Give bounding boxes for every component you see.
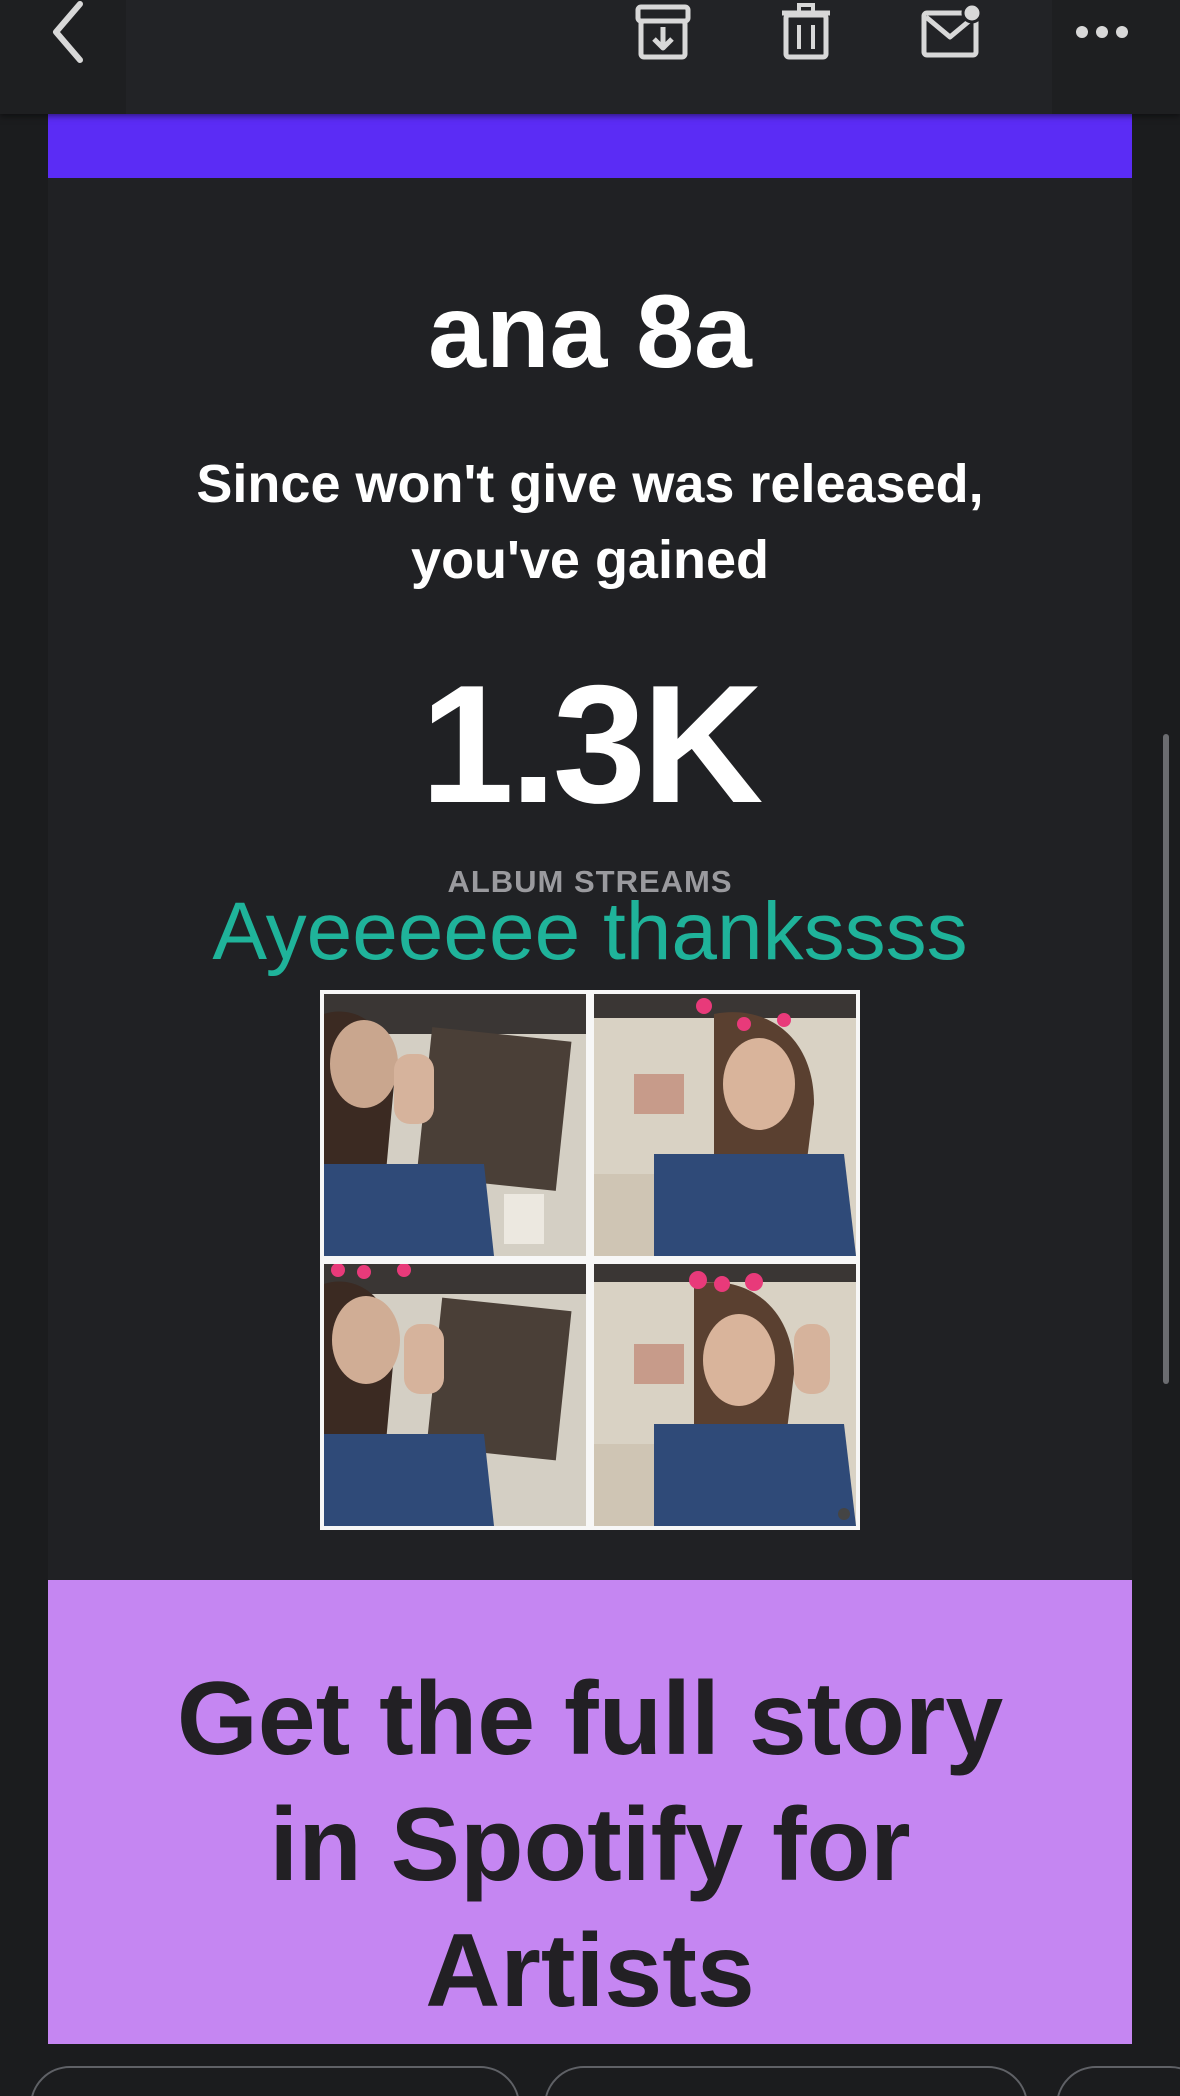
collage-photo-4 <box>594 1264 856 1526</box>
stats-subtitle: Since won't give was released, you've ga… <box>48 446 1132 598</box>
collage-photo-2 <box>594 994 856 1256</box>
archive-icon <box>635 4 691 60</box>
cta-text: Get the full story in Spotify for Artist… <box>48 1656 1132 2034</box>
scrollbar[interactable] <box>1163 734 1169 1384</box>
trash-icon <box>782 3 830 60</box>
mail-unread-icon <box>921 3 983 58</box>
spotify-for-artists-cta[interactable]: Get the full story in Spotify for Artist… <box>48 1580 1132 2044</box>
email-card: ana 8a Since won't give was released, yo… <box>48 114 1132 2044</box>
collage-photo-3 <box>324 1264 586 1526</box>
subtitle-line-1: Since won't give was released, <box>196 454 984 514</box>
collage-photo-1 <box>324 994 586 1256</box>
subtitle-line-2: you've gained <box>411 530 769 590</box>
photo-collage <box>320 990 860 1530</box>
mark-unread-button[interactable] <box>920 0 984 64</box>
email-screen: ana 8a Since won't give was released, yo… <box>0 0 1180 2096</box>
cta-line-2: in Spotify for <box>269 1787 911 1903</box>
archive-button[interactable] <box>634 0 692 64</box>
delete-button[interactable] <box>780 0 832 64</box>
reply-pill-button[interactable] <box>30 2066 520 2096</box>
more-button[interactable] <box>1052 0 1180 114</box>
cta-line-3: Artists <box>425 1913 755 2029</box>
accent-bar <box>48 114 1132 178</box>
cta-line-1: Get the full story <box>176 1661 1004 1777</box>
back-button[interactable] <box>0 0 126 114</box>
forward-pill-button[interactable] <box>544 2066 1028 2096</box>
metric-value: 1.3K <box>420 650 764 838</box>
more-pill-button[interactable] <box>1056 2066 1180 2096</box>
caption-overlay: Ayeeeeee thankssss <box>212 886 968 977</box>
chevron-left-icon <box>44 0 92 64</box>
more-horizontal-icon <box>1074 0 1130 64</box>
artist-name: ana 8a <box>428 274 752 390</box>
top-toolbar <box>0 0 1180 114</box>
